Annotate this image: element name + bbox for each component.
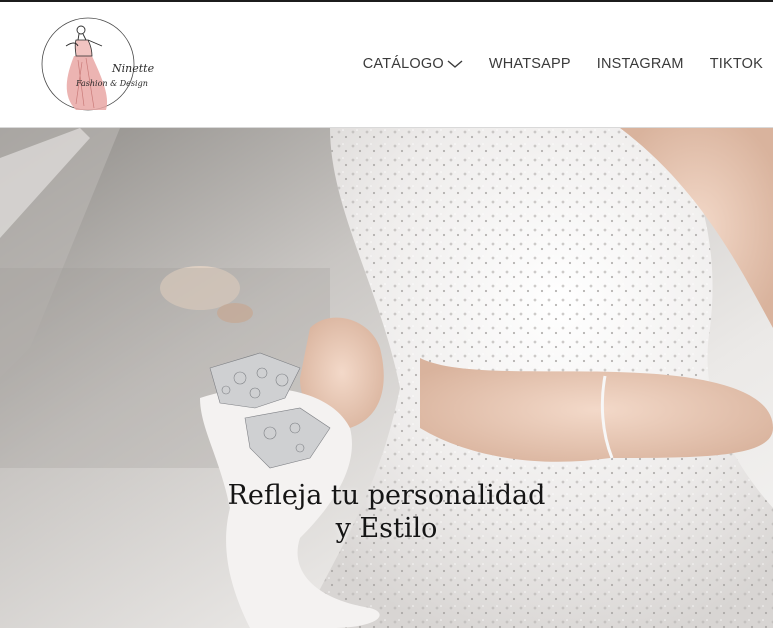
nav-whatsapp[interactable]: WHATSAPP: [489, 56, 571, 72]
main-nav: CATÁLOGO WHATSAPP INSTAGRAM TIKTOK: [363, 56, 763, 72]
hero-image: [0, 128, 773, 628]
nav-instagram[interactable]: INSTAGRAM: [597, 56, 684, 72]
site-header: Ninette Fashion & Design CATÁLOGO WHATSA…: [0, 2, 773, 128]
hero-heading: Refleja tu personalidad y Estilo: [0, 479, 773, 545]
nav-whatsapp-label: WHATSAPP: [488, 56, 571, 72]
hero-banner: Refleja tu personalidad y Estilo: [0, 128, 773, 628]
nav-tiktok[interactable]: TIKTOK: [710, 56, 763, 72]
brand-name: Ninette: [111, 62, 155, 75]
nav-tiktok-label: TIKTOK: [709, 56, 763, 72]
hero-heading-line2: y Estilo: [335, 513, 438, 544]
chevron-down-icon: [447, 59, 463, 69]
brand-logo[interactable]: Ninette Fashion & Design: [36, 16, 164, 116]
nav-instagram-label: INSTAGRAM: [596, 56, 684, 72]
brand-tagline: Fashion & Design: [75, 79, 148, 88]
nav-catalogo[interactable]: CATÁLOGO: [363, 56, 463, 72]
dress-logo-icon: Ninette Fashion & Design: [41, 17, 155, 111]
page-bottom: [0, 628, 773, 632]
hero-heading-line1: Refleja tu personalidad: [227, 480, 546, 511]
nav-catalogo-label: CATÁLOGO: [362, 56, 444, 72]
